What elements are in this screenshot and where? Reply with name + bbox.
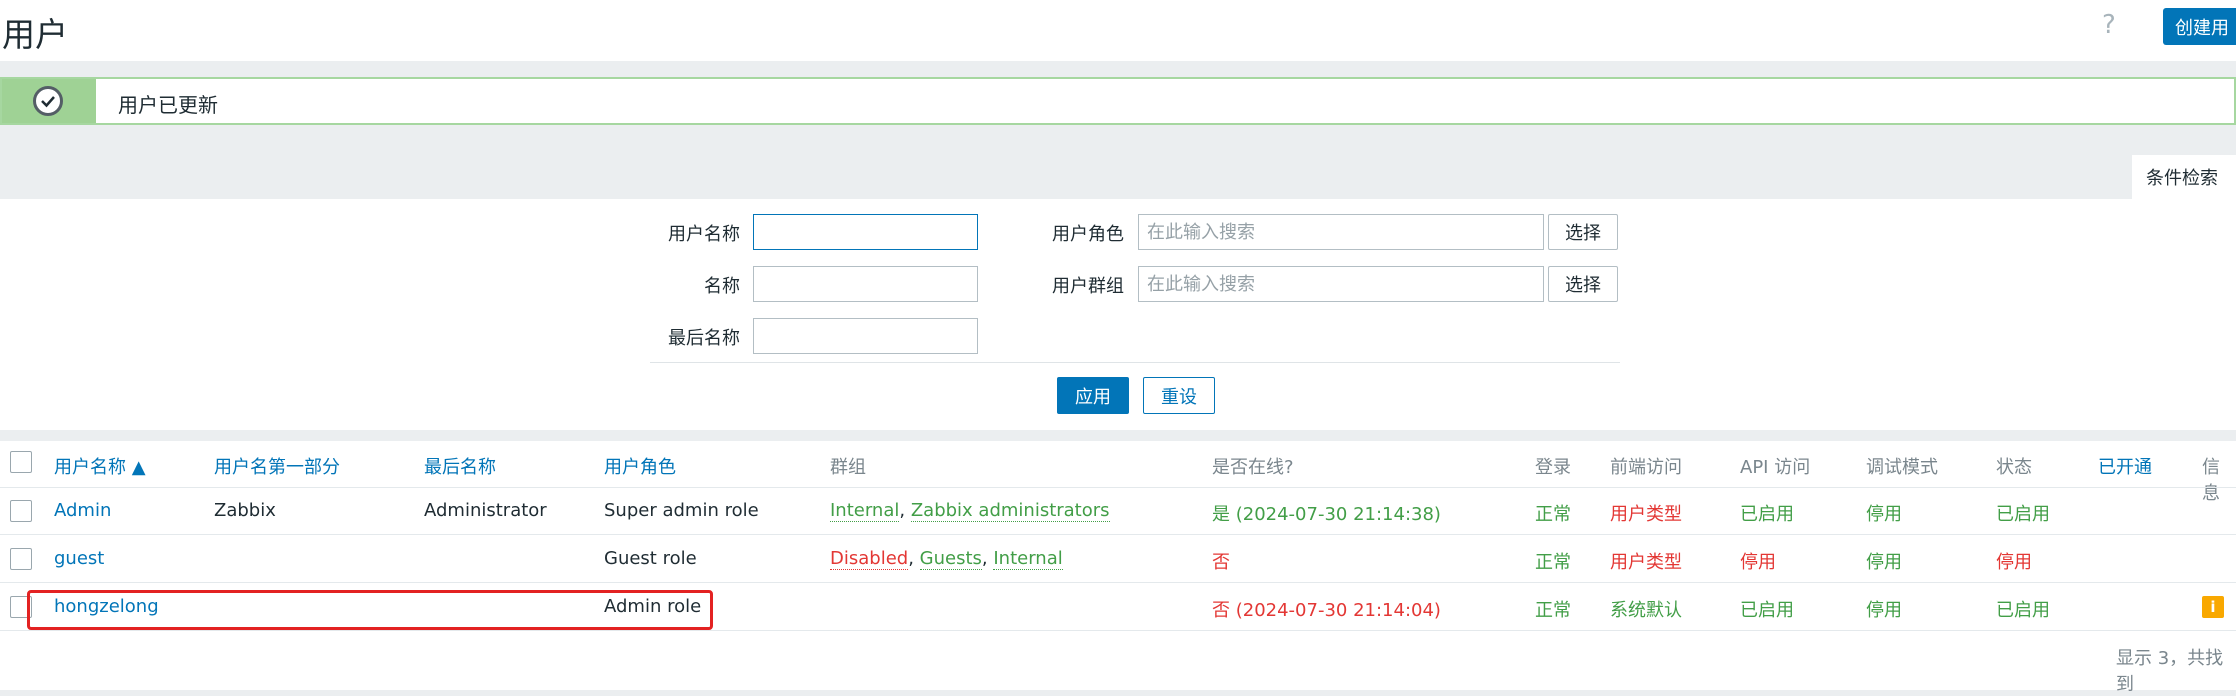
message-text: 用户已更新 bbox=[118, 93, 218, 117]
row-divider bbox=[0, 534, 2236, 535]
col-username[interactable]: 用户名称 ▲ bbox=[54, 453, 146, 479]
user-status: 已启用 bbox=[1996, 504, 2050, 525]
surname-label: 最后名称 bbox=[668, 328, 740, 349]
group-link[interactable]: Disabled bbox=[830, 548, 909, 570]
online-cell: 是 (2024-07-30 21:14:38) bbox=[1212, 504, 1441, 525]
col-provisioned[interactable]: 已开通 bbox=[2098, 453, 2152, 479]
user-status: 停用 bbox=[1996, 552, 2032, 573]
groups-cell: Disabled, Guests, Internal bbox=[830, 548, 1063, 570]
row-highlight-box bbox=[27, 590, 713, 630]
row-divider bbox=[0, 630, 2236, 631]
col-online: 是否在线? bbox=[1212, 457, 1294, 478]
col-debug: 调试模式 bbox=[1866, 457, 1938, 478]
group-separator: , bbox=[981, 548, 994, 569]
help-icon[interactable]: ? bbox=[2102, 10, 2116, 40]
online-cell: 否 bbox=[1212, 552, 1230, 573]
surname-cell: Administrator bbox=[424, 500, 547, 521]
group-link[interactable]: Internal bbox=[993, 548, 1063, 570]
frontend-access: 系统默认 bbox=[1610, 600, 1682, 621]
login-status: 正常 bbox=[1535, 504, 1571, 525]
group-link[interactable]: Zabbix administrators bbox=[910, 500, 1110, 522]
group-separator: , bbox=[899, 500, 911, 521]
col-login: 登录 bbox=[1535, 457, 1571, 478]
username-link[interactable]: Admin bbox=[54, 500, 111, 521]
username-input[interactable] bbox=[753, 214, 978, 250]
check-circle-icon bbox=[33, 86, 63, 116]
debug-mode: 停用 bbox=[1866, 552, 1902, 573]
debug-mode: 停用 bbox=[1866, 600, 1902, 621]
group-search-input[interactable] bbox=[1138, 266, 1544, 302]
filter-tab-label: 条件检索 bbox=[2146, 168, 2218, 189]
api-access: 已启用 bbox=[1740, 504, 1794, 525]
online-cell: 否 (2024-07-30 21:14:04) bbox=[1212, 600, 1441, 621]
name-input[interactable] bbox=[753, 266, 978, 302]
name-cell: Zabbix bbox=[214, 500, 276, 521]
role-cell: Super admin role bbox=[604, 500, 759, 521]
users-table: 用户名称 ▲ 用户名第一部分 最后名称 用户角色 群组 是否在线? 登录 前端访… bbox=[0, 441, 2236, 695]
api-access: 已启用 bbox=[1740, 600, 1794, 621]
row-checkbox[interactable] bbox=[10, 500, 32, 522]
group-link[interactable]: Guests bbox=[919, 548, 982, 570]
groups-cell: Internal, Zabbix administrators bbox=[830, 500, 1110, 522]
table-footer: 显示 3，共找到 bbox=[2116, 648, 2224, 695]
col-surname[interactable]: 最后名称 bbox=[424, 453, 496, 479]
frontend-access: 用户类型 bbox=[1610, 504, 1682, 525]
tab-filter[interactable]: 条件检索 bbox=[2132, 155, 2236, 201]
row-checkbox[interactable] bbox=[10, 548, 32, 570]
surname-input[interactable] bbox=[753, 318, 978, 354]
col-role[interactable]: 用户角色 bbox=[604, 453, 676, 479]
group-label: 用户群组 bbox=[1052, 276, 1124, 297]
create-user-button[interactable]: 创建用 bbox=[2163, 8, 2236, 45]
col-api: API 访问 bbox=[1740, 457, 1811, 478]
row-divider bbox=[0, 582, 2236, 583]
page-title: 用户 bbox=[2, 15, 68, 54]
role-label: 用户角色 bbox=[1052, 224, 1124, 245]
reset-button[interactable]: 重设 bbox=[1143, 377, 1215, 414]
role-search-input[interactable] bbox=[1138, 214, 1544, 250]
page-header: 用户 ? 创建用 bbox=[0, 0, 2236, 61]
frontend-access: 用户类型 bbox=[1610, 552, 1682, 573]
col-info: 信息 bbox=[2202, 457, 2220, 504]
debug-mode: 停用 bbox=[1866, 504, 1902, 525]
username-link[interactable]: guest bbox=[54, 548, 104, 569]
user-status: 已启用 bbox=[1996, 600, 2050, 621]
group-separator: , bbox=[908, 548, 920, 569]
select-all-checkbox[interactable] bbox=[10, 451, 32, 473]
col-status: 状态 bbox=[1996, 457, 2032, 478]
group-link[interactable]: Internal bbox=[830, 500, 900, 522]
header-divider bbox=[0, 487, 2236, 488]
group-select-button[interactable]: 选择 bbox=[1548, 266, 1618, 302]
filter-divider bbox=[650, 362, 1620, 363]
name-label: 名称 bbox=[704, 276, 740, 297]
success-message: 用户已更新 bbox=[0, 77, 2236, 125]
api-access: 停用 bbox=[1740, 552, 1776, 573]
username-label: 用户名称 bbox=[668, 224, 740, 245]
login-status: 正常 bbox=[1535, 600, 1571, 621]
login-status: 正常 bbox=[1535, 552, 1571, 573]
col-name[interactable]: 用户名第一部分 bbox=[214, 453, 340, 479]
role-select-button[interactable]: 选择 bbox=[1548, 214, 1618, 250]
apply-button[interactable]: 应用 bbox=[1057, 377, 1129, 414]
col-frontend: 前端访问 bbox=[1610, 457, 1682, 478]
message-icon-area bbox=[2, 79, 96, 123]
role-cell: Guest role bbox=[604, 548, 697, 569]
col-groups: 群组 bbox=[830, 457, 866, 478]
info-icon[interactable]: i bbox=[2202, 596, 2224, 618]
